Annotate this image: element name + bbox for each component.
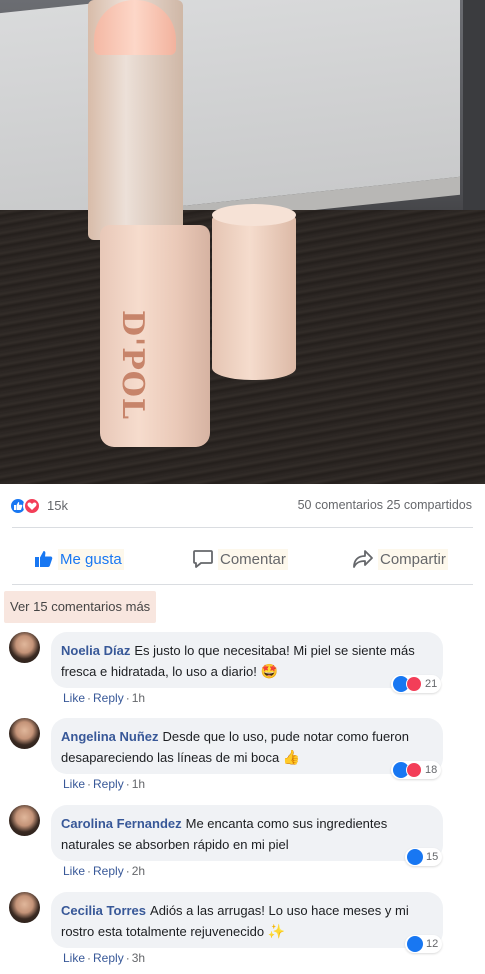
commenter-name[interactable]: Cecilia Torres	[61, 903, 146, 918]
comment-like-link[interactable]: Like	[63, 864, 85, 878]
comment-timestamp[interactable]: 1h	[132, 691, 145, 705]
like-icon	[407, 936, 423, 952]
divider	[12, 527, 473, 528]
share-button[interactable]: Compartir	[352, 540, 448, 578]
comment-bubble: Angelina Nuñez Desde que lo uso, pude not…	[51, 718, 443, 774]
comments-count[interactable]: 50 comentarios	[298, 498, 383, 512]
comment-button-label: Comentar	[218, 548, 288, 570]
view-more-comments-link[interactable]: Ver 15 comentarios más	[4, 591, 157, 623]
like-button[interactable]: Me gusta	[34, 540, 124, 578]
background-frame	[463, 0, 485, 220]
comment-meta: Like · Reply · 3h	[63, 951, 146, 965]
shares-count[interactable]: 25 compartidos	[387, 498, 472, 512]
comment-timestamp[interactable]: 1h	[132, 777, 145, 791]
comment-reactions[interactable]: 18	[391, 761, 442, 779]
comment-reactions[interactable]: 21	[391, 675, 442, 693]
reaction-icons[interactable]	[9, 497, 49, 515]
share-icon	[353, 550, 373, 568]
comment-meta: Like · Reply · 1h	[63, 777, 146, 791]
thumbs-up-icon	[35, 551, 53, 567]
comment-timestamp[interactable]: 2h	[132, 864, 145, 878]
thumbs-up-emoji-icon: 👍	[282, 749, 301, 765]
comment-reply-link[interactable]: Reply	[93, 864, 124, 878]
comment-reactions[interactable]: 12	[405, 935, 443, 953]
post-stats: 15k 50 comentarios 25 compartidos	[0, 494, 485, 518]
sparkles-emoji-icon: ✨	[267, 923, 286, 939]
commenter-name[interactable]: Angelina Nuñez	[61, 729, 159, 744]
comment-like-link[interactable]: Like	[63, 951, 85, 965]
comment-timestamp[interactable]: 3h	[132, 951, 145, 965]
love-icon	[406, 676, 422, 692]
commenter-name[interactable]: Noelia Díaz	[61, 643, 130, 658]
comment-reply-link[interactable]: Reply	[93, 691, 124, 705]
star-struck-emoji-icon: 🤩	[260, 663, 278, 679]
comment-meta: Like · Reply · 1h	[63, 691, 146, 705]
comment-icon	[193, 550, 213, 568]
comment-like-link[interactable]: Like	[63, 691, 85, 705]
comment-reaction-count: 15	[426, 851, 439, 863]
divider	[12, 584, 473, 585]
comment-bubble: Noelia Díaz Es justo lo que necesitaba! M…	[51, 632, 443, 688]
product-brand-logo: D'POL	[115, 310, 150, 420]
avatar[interactable]	[9, 718, 40, 749]
comment-reply-link[interactable]: Reply	[93, 777, 124, 791]
comment-reaction-count: 21	[425, 678, 438, 690]
commenter-name[interactable]: Carolina Fernandez	[61, 816, 182, 831]
comment-reactions[interactable]: 15	[405, 848, 443, 866]
share-button-label: Compartir	[378, 548, 448, 570]
like-button-label: Me gusta	[58, 548, 124, 570]
avatar[interactable]	[9, 805, 40, 836]
love-icon	[23, 497, 41, 515]
comment-reply-link[interactable]: Reply	[93, 951, 124, 965]
lip-balm-cap	[212, 208, 296, 380]
like-icon	[407, 849, 423, 865]
comment-reaction-count: 18	[425, 764, 438, 776]
comment-bubble: Carolina Fernandez Me encanta como sus in…	[51, 805, 443, 861]
comments-shares-summary: 50 comentarios 25 compartidos	[298, 498, 472, 512]
avatar[interactable]	[9, 892, 40, 923]
avatar[interactable]	[9, 632, 40, 663]
comment-meta: Like · Reply · 2h	[63, 864, 146, 878]
comment-bubble: Cecilia Torres Adiós a las arrugas! Lo us…	[51, 892, 443, 948]
lip-balm-cap-top	[212, 204, 296, 226]
love-icon	[406, 762, 422, 778]
comment-like-link[interactable]: Like	[63, 777, 85, 791]
post-photo[interactable]: D'POL	[0, 0, 485, 484]
reactions-count[interactable]: 15k	[47, 498, 68, 513]
post-actions: Me gusta Comentar Compartir	[0, 540, 485, 578]
comment-reaction-count: 12	[426, 938, 439, 950]
